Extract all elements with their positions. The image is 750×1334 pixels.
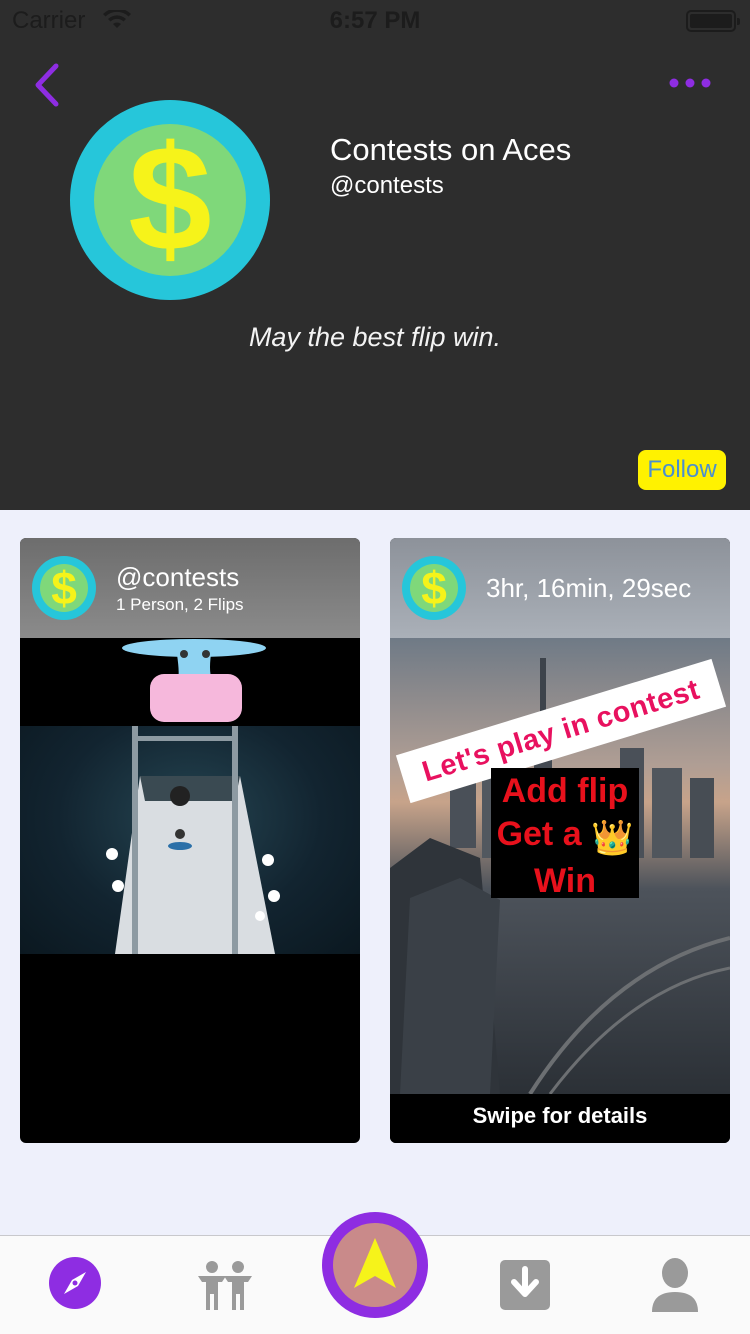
card-handle[interactable]: @contests: [116, 562, 239, 593]
ski-jump-illustration: [106, 726, 280, 954]
profile-avatar: $: [70, 100, 270, 300]
contest-timer: 3hr, 16min, 29sec: [486, 573, 692, 603]
chevron-left-icon: [35, 63, 59, 107]
card-avatar: $: [32, 556, 96, 620]
create-arrow-icon[interactable]: [322, 1212, 428, 1318]
card-header: $ @contests 1 Person, 2 Flips: [20, 538, 360, 638]
ellipsis-icon: [669, 78, 711, 88]
more-options-button[interactable]: [668, 70, 712, 96]
profile-handle: @contests: [330, 172, 444, 199]
status-time: 6:57 PM: [329, 7, 421, 34]
profile-name: Contests on Aces: [330, 132, 572, 167]
discover-icon[interactable]: [48, 1256, 102, 1310]
svg-text:$: $: [421, 562, 447, 614]
card-header: $ 3hr, 16min, 29sec: [390, 538, 730, 638]
overlay-line-1: Add flip: [501, 772, 629, 810]
add-flip-overlay: Add flip Get a 👑 Win: [491, 768, 639, 900]
cartoon-sticker: [122, 639, 266, 722]
svg-text:$: $: [128, 114, 211, 282]
overlay-line-3: Win: [533, 862, 596, 900]
card-avatar: $: [402, 556, 466, 620]
card-subtitle: 1 Person, 2 Flips: [116, 595, 244, 614]
flip-card[interactable]: $ @contests 1 Person, 2 Flips: [20, 538, 360, 1143]
swipe-for-details[interactable]: Swipe for details: [390, 1094, 730, 1143]
svg-text:$: $: [51, 562, 77, 614]
crown-icon: 👑: [591, 819, 634, 857]
status-bar: Carrier 6:57 PM: [0, 0, 750, 40]
contest-card[interactable]: $ 3hr, 16min, 29sec Let's play in contes…: [390, 538, 730, 1143]
battery-icon: [686, 10, 740, 32]
follow-button[interactable]: Follow: [638, 450, 726, 490]
back-button[interactable]: [28, 60, 68, 110]
overlay-line-2: Get a 👑: [491, 813, 639, 860]
profile-tagline: May the best flip win.: [248, 322, 502, 352]
profile-icon[interactable]: [652, 1258, 698, 1312]
profile-header: Carrier 6:57 PM $ Contests on Aces @cont…: [0, 0, 750, 510]
people-icon[interactable]: [196, 1260, 254, 1310]
snowboard-photo: [20, 726, 360, 954]
download-icon[interactable]: [500, 1260, 550, 1310]
